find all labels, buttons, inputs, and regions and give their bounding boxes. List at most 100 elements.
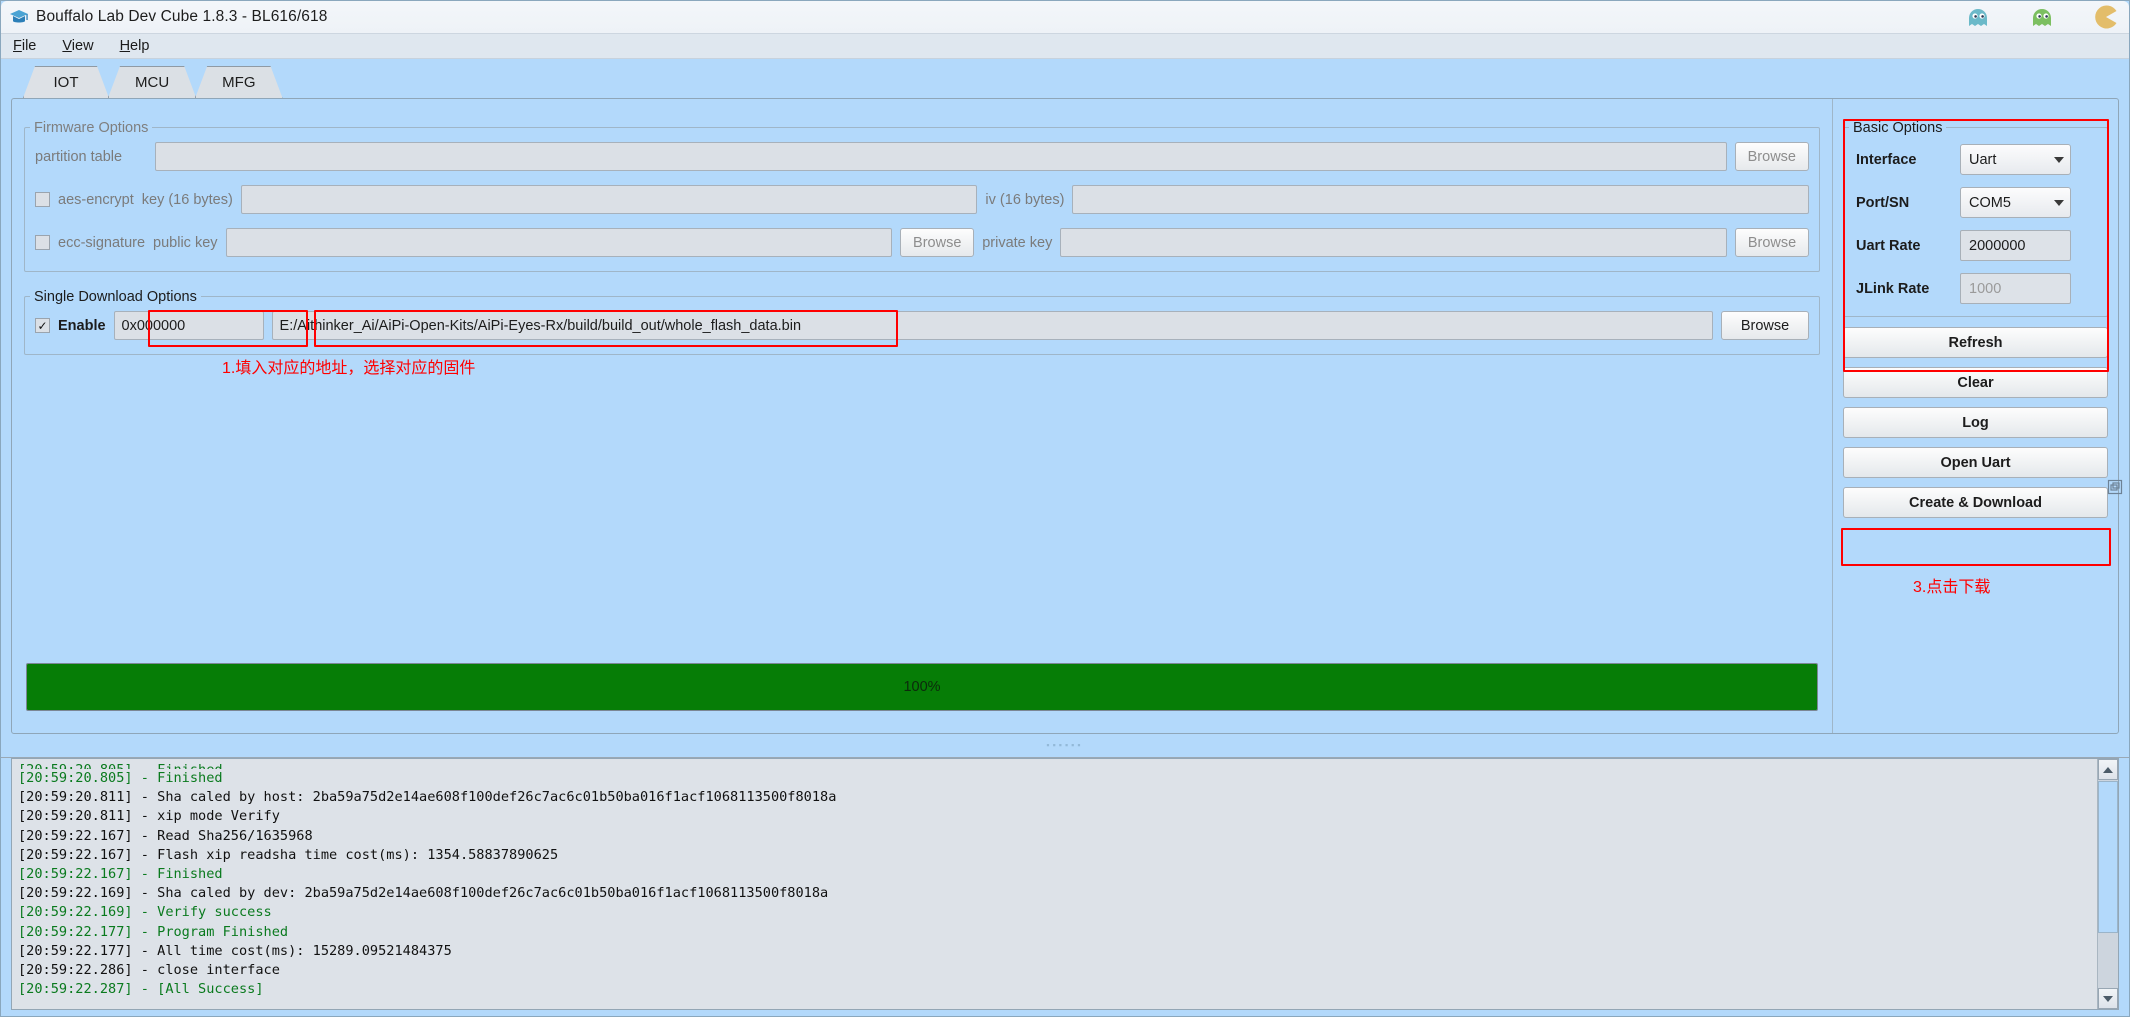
basic-options-title: Basic Options	[1849, 120, 1947, 136]
aes-key-input[interactable]	[240, 185, 978, 214]
log-line: [20:59:22.167] - Flash xip readsha time …	[18, 846, 559, 863]
tab-mfg[interactable]: MFG	[195, 66, 282, 98]
menu-view[interactable]: View	[59, 36, 96, 56]
enable-label: Enable	[58, 317, 106, 334]
create-download-button[interactable]: Create & Download	[1843, 487, 2108, 518]
menu-file[interactable]: File	[10, 36, 39, 56]
uart-rate-label: Uart Rate	[1856, 237, 1921, 254]
action-button-column: Refresh Clear Log Open Uart Create & Dow…	[1843, 327, 2108, 518]
log-button[interactable]: Log	[1843, 407, 2108, 438]
log-line: [20:59:22.177] - Program Finished	[18, 923, 289, 940]
partition-table-row: partition table Browse	[35, 142, 1809, 171]
detach-window-icon[interactable]	[2107, 479, 2123, 495]
basic-options-group: Basic Options Interface Uart Port/SN COM…	[1843, 119, 2108, 317]
ecc-signature-label: ecc-signature	[58, 234, 146, 251]
firmware-file-input[interactable]: E:/Aithinker_Ai/AiPi-Open-Kits/AiPi-Eyes…	[271, 311, 1713, 340]
window-title: Bouffalo Lab Dev Cube 1.8.3 - BL616/618	[36, 8, 328, 25]
aes-encrypt-row: ✓ aes-encrypt key (16 bytes) iv (16 byte…	[35, 185, 1809, 214]
port-sn-value: COM5	[1969, 194, 2011, 211]
tab-iot[interactable]: IOT	[23, 66, 109, 98]
close-pacman-icon[interactable]	[2093, 4, 2119, 30]
annotation-step-1: 1.填入对应的地址，选择对应的固件	[222, 360, 476, 377]
partition-table-label: partition table	[35, 148, 123, 165]
splitter-grip-icon: ▪▪▪▪▪▪	[1046, 740, 1084, 750]
maximize-ghost-icon[interactable]	[2029, 4, 2055, 30]
uart-rate-input[interactable]: 2000000	[1960, 230, 2071, 261]
menu-view-label: iew	[71, 38, 94, 54]
tab-strip: IOT MCU MFG	[1, 59, 2129, 98]
single-download-group: Single Download Options ✓ Enable 0x00000…	[24, 288, 1820, 377]
private-key-browse-button[interactable]: Browse	[1735, 228, 1809, 257]
tab-mcu[interactable]: MCU	[108, 66, 196, 98]
menu-view-accel: V	[62, 38, 72, 54]
menu-help[interactable]: Help	[117, 36, 153, 56]
private-key-input[interactable]	[1060, 228, 1727, 257]
log-line: [20:59:22.169] - Verify success	[18, 904, 272, 921]
scrollbar-thumb[interactable]	[2098, 781, 2118, 933]
private-key-label: private key	[982, 234, 1053, 251]
aes-key-label: key (16 bytes)	[141, 191, 233, 208]
scroll-up-button[interactable]	[2098, 759, 2118, 780]
log-line: [20:59:22.167] - Finished	[18, 866, 223, 883]
menu-file-label: ile	[21, 38, 37, 54]
menu-file-accel: F	[13, 38, 22, 54]
firmware-browse-button[interactable]: Browse	[1721, 311, 1809, 340]
interface-select[interactable]: Uart	[1960, 144, 2071, 175]
create-download-highlight-box	[1841, 528, 2111, 566]
port-sn-label: Port/SN	[1856, 194, 1910, 211]
menu-help-label: elp	[130, 38, 150, 54]
jlink-rate-row: JLink Rate 1000	[1856, 273, 2095, 304]
public-key-input[interactable]	[225, 228, 893, 257]
jlink-rate-input[interactable]: 1000	[1960, 273, 2071, 304]
log-line: [20:59:22.177] - All time cost(ms): 1528…	[18, 942, 452, 959]
basic-options-body: Interface Uart Port/SN COM5 Uart Rate 20…	[1843, 127, 2108, 317]
public-key-browse-button[interactable]: Browse	[900, 228, 975, 257]
single-download-row: ✓ Enable 0x000000 E:/Aithinker_Ai/AiPi-O…	[35, 311, 1809, 340]
chevron-down-icon	[2054, 199, 2064, 206]
enable-checkbox[interactable]: ✓	[35, 318, 50, 333]
partition-table-browse-button[interactable]: Browse	[1734, 142, 1809, 171]
log-scrollbar[interactable]	[2097, 759, 2118, 1009]
log-line: [20:59:22.167] - Read Sha256/1635968	[18, 827, 313, 844]
window-controls	[1965, 1, 2119, 33]
log-line: [20:59:22.287] - [All Success]	[18, 981, 264, 998]
annotation-step-2: 2.设置端口号	[1855, 99, 1948, 101]
log-line: [20:59:20.805] - Finished	[18, 770, 223, 786]
aes-encrypt-label: aes-encrypt	[58, 191, 134, 208]
aes-encrypt-checkbox[interactable]: ✓	[35, 192, 50, 207]
single-download-title: Single Download Options	[30, 289, 201, 305]
aes-iv-input[interactable]	[1072, 185, 1809, 214]
log-line: [20:59:20.811] - Sha caled by host: 2ba5…	[18, 789, 837, 806]
port-sn-select[interactable]: COM5	[1960, 187, 2071, 218]
right-pane: 2.设置端口号 Basic Options Interface Uart Por…	[1832, 99, 2118, 733]
progress-bar: 100%	[26, 663, 1818, 711]
chevron-down-icon	[2103, 995, 2113, 1002]
ecc-signature-checkbox[interactable]: ✓	[35, 235, 50, 250]
panel-splitter[interactable]: ▪▪▪▪▪▪	[1, 479, 2129, 758]
log-line: [20:59:22.286] - close interface	[18, 962, 280, 979]
partition-table-input[interactable]	[155, 142, 1727, 171]
firmware-options-body: partition table Browse ✓ aes-encrypt key…	[24, 127, 1820, 272]
flash-address-input[interactable]: 0x000000	[113, 311, 264, 340]
application-window: Bouffalo Lab Dev Cube 1.8.3 - BL616/618 …	[0, 0, 2130, 1017]
clear-button[interactable]: Clear	[1843, 367, 2108, 398]
interface-label: Interface	[1856, 151, 1917, 168]
log-panel: [20:59:20.805] - Finished [20:59:20.805]…	[11, 758, 2119, 1010]
minimize-ghost-icon[interactable]	[1965, 4, 1991, 30]
refresh-button[interactable]: Refresh	[1843, 327, 2108, 358]
interface-row: Interface Uart	[1856, 144, 2095, 175]
progress-percent-label: 100%	[903, 679, 941, 695]
log-output[interactable]: [20:59:20.805] - Finished [20:59:20.805]…	[12, 759, 2097, 1009]
progress-bar-fill: 100%	[27, 664, 1817, 710]
log-line-clipped: [20:59:20.805] - Finished	[18, 761, 2097, 769]
scroll-down-button[interactable]	[2098, 988, 2118, 1009]
single-download-body: ✓ Enable 0x000000 E:/Aithinker_Ai/AiPi-O…	[24, 296, 1820, 355]
log-line: [20:59:20.811] - xip mode Verify	[18, 808, 280, 825]
graduation-cap-icon	[10, 10, 28, 23]
annotation-step-3: 3.点击下载	[1913, 579, 1991, 596]
left-pane: Firmware Options partition table Browse …	[12, 99, 1832, 733]
title-bar: Bouffalo Lab Dev Cube 1.8.3 - BL616/618	[1, 1, 2129, 34]
open-uart-button[interactable]: Open Uart	[1843, 447, 2108, 478]
firmware-options-title: Firmware Options	[30, 120, 153, 136]
firmware-options-group: Firmware Options partition table Browse …	[24, 119, 1820, 272]
